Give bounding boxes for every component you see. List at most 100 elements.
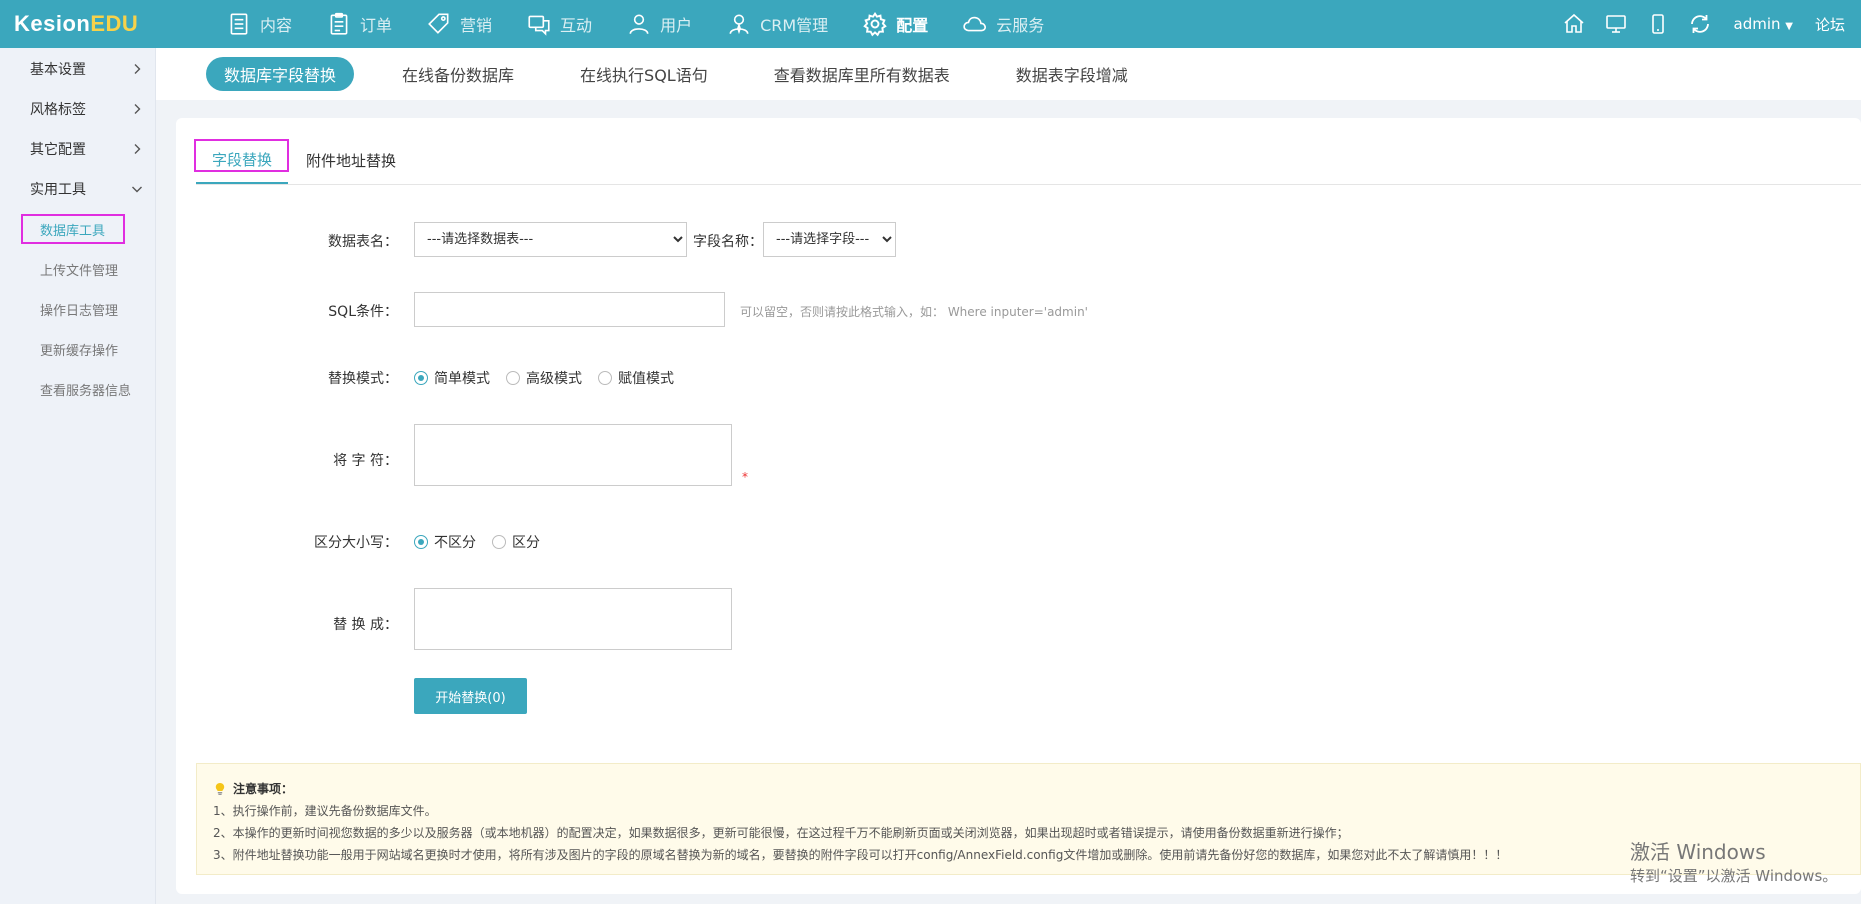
case-insensitive-radio[interactable]: 不区分 [414, 532, 476, 552]
topnav-content[interactable]: 内容 [226, 0, 292, 48]
chat-icon [528, 15, 550, 36]
radio-unchecked-icon [506, 371, 520, 385]
topnav-config[interactable]: 配置 [862, 0, 928, 48]
mobile-preview-button[interactable] [1646, 12, 1670, 36]
inner-tabs: 字段替换 附件地址替换 [196, 136, 1861, 185]
topnav-crm[interactable]: CRM管理 [726, 0, 828, 48]
topnav-label: CRM管理 [760, 16, 829, 35]
radio-label: 赋值模式 [618, 371, 674, 387]
inner-tab-attachment-replace[interactable]: 附件地址替换 [306, 136, 396, 184]
top-nav: 内容 订单 营销 互动 用户 CRM管理 配置 云服务 [226, 0, 1078, 48]
sidebar-group-other-config[interactable]: 其它配置 [0, 129, 155, 169]
user-icon [629, 14, 649, 35]
chevron-right-icon [134, 144, 141, 154]
cloud-icon [963, 16, 987, 32]
crm-user-icon [729, 14, 749, 35]
mode-simple-radio[interactable]: 简单模式 [414, 368, 490, 388]
table-select[interactable]: ---请选择数据表--- [414, 222, 687, 257]
topnav-cloud[interactable]: 云服务 [962, 0, 1044, 48]
desktop-preview-button[interactable] [1604, 12, 1628, 36]
db-tool-tabs: 数据库字段替换 在线备份数据库 在线执行SQL语句 查看数据库里所有数据表 数据… [156, 48, 1861, 100]
sidebar-group-utilities[interactable]: 实用工具 [0, 169, 155, 209]
sql-condition-input[interactable] [414, 292, 725, 327]
replace-mode-group: 简单模式 高级模式 赋值模式 [414, 368, 690, 388]
topnav-interaction[interactable]: 互动 [526, 0, 592, 48]
mode-advanced-radio[interactable]: 高级模式 [506, 368, 582, 388]
tab-field-add-remove[interactable]: 数据表字段增减 [1016, 57, 1128, 91]
notes-title: 注意事项： [213, 778, 1860, 800]
clipboard-icon [330, 12, 348, 35]
forum-link[interactable]: 论坛 [1815, 14, 1845, 35]
topnav-label: 用户 [660, 16, 693, 35]
topnav-orders[interactable]: 订单 [326, 0, 392, 48]
case-sensitive-label: 区分大小写： [314, 535, 398, 551]
sidebar: 基本设置 风格标签 其它配置 实用工具 数据库工具 上传文件管理 操作日志管理 … [0, 48, 156, 904]
home-button[interactable] [1562, 12, 1586, 36]
brand-logo[interactable]: KesionEDU [14, 11, 138, 37]
table-name-label: 数据表名： [328, 234, 398, 250]
sidebar-group-style-tags[interactable]: 风格标签 [0, 89, 155, 129]
radio-label: 不区分 [434, 535, 476, 551]
replace-with-textarea[interactable] [414, 588, 732, 650]
topnav-users[interactable]: 用户 [626, 0, 692, 48]
highlight-box [21, 214, 125, 244]
radio-unchecked-icon [598, 371, 612, 385]
tab-view-tables[interactable]: 查看数据库里所有数据表 [774, 57, 950, 91]
sql-condition-label: SQL条件： [328, 304, 398, 320]
main-panel: 字段替换 附件地址替换 数据表名： ---请选择数据表--- 字段名称： ---… [176, 118, 1861, 894]
find-text-textarea[interactable] [414, 424, 732, 486]
tag-icon [428, 13, 449, 34]
refresh-button[interactable] [1688, 12, 1712, 36]
sidebar-item-upload-files[interactable]: 上传文件管理 [0, 249, 155, 289]
chevron-right-icon [134, 64, 141, 74]
chevron-right-icon [134, 104, 141, 114]
topnav-label: 订单 [360, 16, 393, 35]
sidebar-group-label: 风格标签 [30, 102, 86, 118]
case-sensitive-radio[interactable]: 区分 [492, 532, 540, 552]
gear-icon [863, 11, 887, 37]
brand-name: Kesion [14, 11, 91, 36]
sidebar-group-basic-settings[interactable]: 基本设置 [0, 49, 155, 89]
required-mark: * [742, 470, 748, 484]
tab-online-backup[interactable]: 在线备份数据库 [402, 57, 514, 91]
user-menu[interactable]: admin ▼ [1734, 15, 1793, 33]
replace-with-label: 替 换 成： [333, 617, 398, 633]
start-replace-button[interactable]: 开始替换(0) [414, 678, 527, 714]
topnav-label: 云服务 [996, 16, 1045, 35]
sql-hint: 可以留空，否则请按此格式输入，如： Where inputer='admin' [740, 305, 1088, 319]
refresh-icon [1690, 15, 1709, 33]
mode-assign-radio[interactable]: 赋值模式 [598, 368, 674, 388]
monitor-icon [1605, 15, 1626, 33]
field-select[interactable]: ---请选择字段--- [763, 222, 896, 257]
sidebar-item-update-cache[interactable]: 更新缓存操作 [0, 329, 155, 369]
radio-label: 高级模式 [526, 371, 582, 387]
caret-down-icon: ▼ [1785, 21, 1793, 32]
lightbulb-icon [215, 783, 225, 795]
topnav-label: 配置 [896, 16, 929, 35]
radio-checked-icon [414, 535, 428, 549]
notes-box: 注意事项： 1、执行操作前，建议先备份数据库文件。 2、本操作的更新时间视您数据… [196, 763, 1861, 875]
topnav-label: 互动 [560, 16, 593, 35]
tab-execute-sql[interactable]: 在线执行SQL语句 [580, 57, 708, 91]
sidebar-group-label: 基本设置 [30, 62, 86, 78]
topnav-label: 内容 [260, 16, 293, 35]
radio-checked-icon [414, 371, 428, 385]
home-icon [1563, 13, 1584, 33]
find-text-label: 将 字 符： [333, 453, 398, 469]
radio-label: 区分 [512, 535, 540, 551]
top-bar: KesionEDU 内容 订单 营销 互动 用户 CRM管理 配置 云服务 ad… [0, 0, 1861, 48]
sidebar-item-server-info[interactable]: 查看服务器信息 [0, 369, 155, 409]
highlight-box [194, 139, 289, 172]
radio-label: 简单模式 [434, 371, 490, 387]
notes-line: 3、附件地址替换功能一般用于网站域名更换时才使用，将所有涉及图片的字段的原域名替… [213, 848, 1508, 862]
notes-line: 1、执行操作前，建议先备份数据库文件。 [213, 804, 437, 818]
windows-activation-watermark: 激活 Windows 转到“设置”以激活 Windows。 [1630, 840, 1837, 888]
brand-suffix: EDU [90, 11, 139, 36]
topnav-marketing[interactable]: 营销 [426, 0, 492, 48]
sidebar-item-operation-logs[interactable]: 操作日志管理 [0, 289, 155, 329]
mobile-icon [1651, 14, 1664, 34]
tab-field-replace[interactable]: 数据库字段替换 [206, 57, 355, 91]
radio-unchecked-icon [492, 535, 506, 549]
top-right-tools: admin ▼ 论坛 [1544, 0, 1845, 48]
topnav-label: 营销 [460, 16, 493, 35]
